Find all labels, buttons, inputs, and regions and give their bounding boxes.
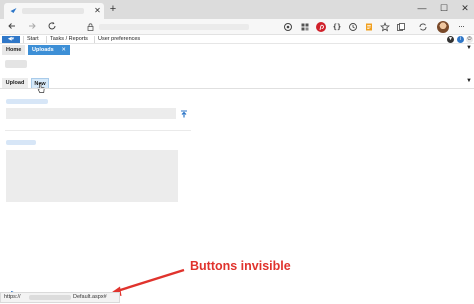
forward-arrow-icon[interactable] [26, 21, 38, 33]
close-window-button[interactable]: ✕ [455, 1, 474, 15]
new-tab-button[interactable]: + [107, 3, 119, 15]
history-icon[interactable] [348, 22, 358, 32]
tab-close-icon[interactable]: ✕ [92, 5, 103, 16]
section-divider [5, 130, 191, 131]
menu-item-tasks-reports[interactable]: Tasks / Reports [50, 36, 88, 43]
address-bar[interactable] [63, 21, 261, 33]
page-heading-redacted [5, 60, 27, 68]
browser-toolbar: {} ··· [0, 19, 474, 35]
browser-tab-strip: ✕ + — ☐ ✕ [0, 0, 474, 19]
close-tab-icon[interactable]: ✕ [61, 45, 66, 55]
power-icon[interactable]: ⏻ [466, 36, 473, 43]
status-url-prefix: https:// [4, 294, 21, 300]
maximize-button[interactable]: ☐ [434, 1, 454, 15]
lock-icon [87, 23, 94, 31]
app-logo-icon[interactable]: ◀▾ [2, 36, 20, 43]
field-label-redacted [6, 99, 48, 104]
tab-home[interactable]: Home [2, 45, 25, 55]
tab-title-redacted [22, 8, 84, 14]
favorites-icon[interactable] [380, 22, 390, 32]
app-menu-bar: ◀▾ Start Tasks / Reports User preference… [0, 35, 474, 44]
menu-item-user-preferences[interactable]: User preferences [98, 36, 140, 43]
status-url-suffix: Default.aspx# [73, 294, 107, 300]
annotation-arrow [110, 268, 185, 296]
collections-icon[interactable] [396, 22, 406, 32]
more-options-icon[interactable]: ··· [455, 21, 467, 33]
profile-avatar[interactable] [437, 21, 449, 33]
field-label-redacted [6, 140, 36, 145]
tabs-overflow-icon[interactable]: ▼ [466, 44, 472, 53]
status-url-redacted [29, 295, 71, 300]
browser-tab[interactable]: ✕ [4, 3, 104, 19]
description-textarea[interactable] [6, 150, 178, 202]
coin-extension-icon[interactable] [283, 22, 293, 32]
site-favicon-icon [10, 7, 17, 14]
status-bar: https:// Default.aspx# [0, 292, 120, 303]
sync-icon[interactable] [418, 22, 428, 32]
collapse-icon[interactable]: ▼ [466, 78, 472, 84]
menu-divider [94, 36, 95, 43]
toolbar-divider [0, 88, 474, 89]
tab-uploads[interactable]: Uploads ✕ [28, 45, 70, 55]
braces-icon[interactable]: {} [332, 22, 342, 32]
grid-extension-icon[interactable] [300, 22, 310, 32]
reload-icon[interactable] [46, 21, 58, 33]
reader-icon[interactable] [364, 22, 374, 32]
page-tabs: Home Uploads ✕ ▼ [0, 44, 474, 55]
file-input-field[interactable] [6, 108, 176, 119]
menu-divider [23, 36, 24, 43]
upload-arrow-icon[interactable] [180, 110, 188, 118]
tab-uploads-label: Uploads [32, 47, 54, 53]
pinterest-icon[interactable] [316, 22, 326, 32]
menu-divider [46, 36, 47, 43]
info-icon[interactable]: i [457, 36, 464, 43]
url-redacted [99, 24, 249, 30]
back-arrow-icon[interactable] [6, 21, 18, 33]
down-circle-icon[interactable]: ▼ [447, 36, 454, 43]
minimize-button[interactable]: — [412, 1, 432, 15]
menu-item-start[interactable]: Start [27, 36, 39, 43]
